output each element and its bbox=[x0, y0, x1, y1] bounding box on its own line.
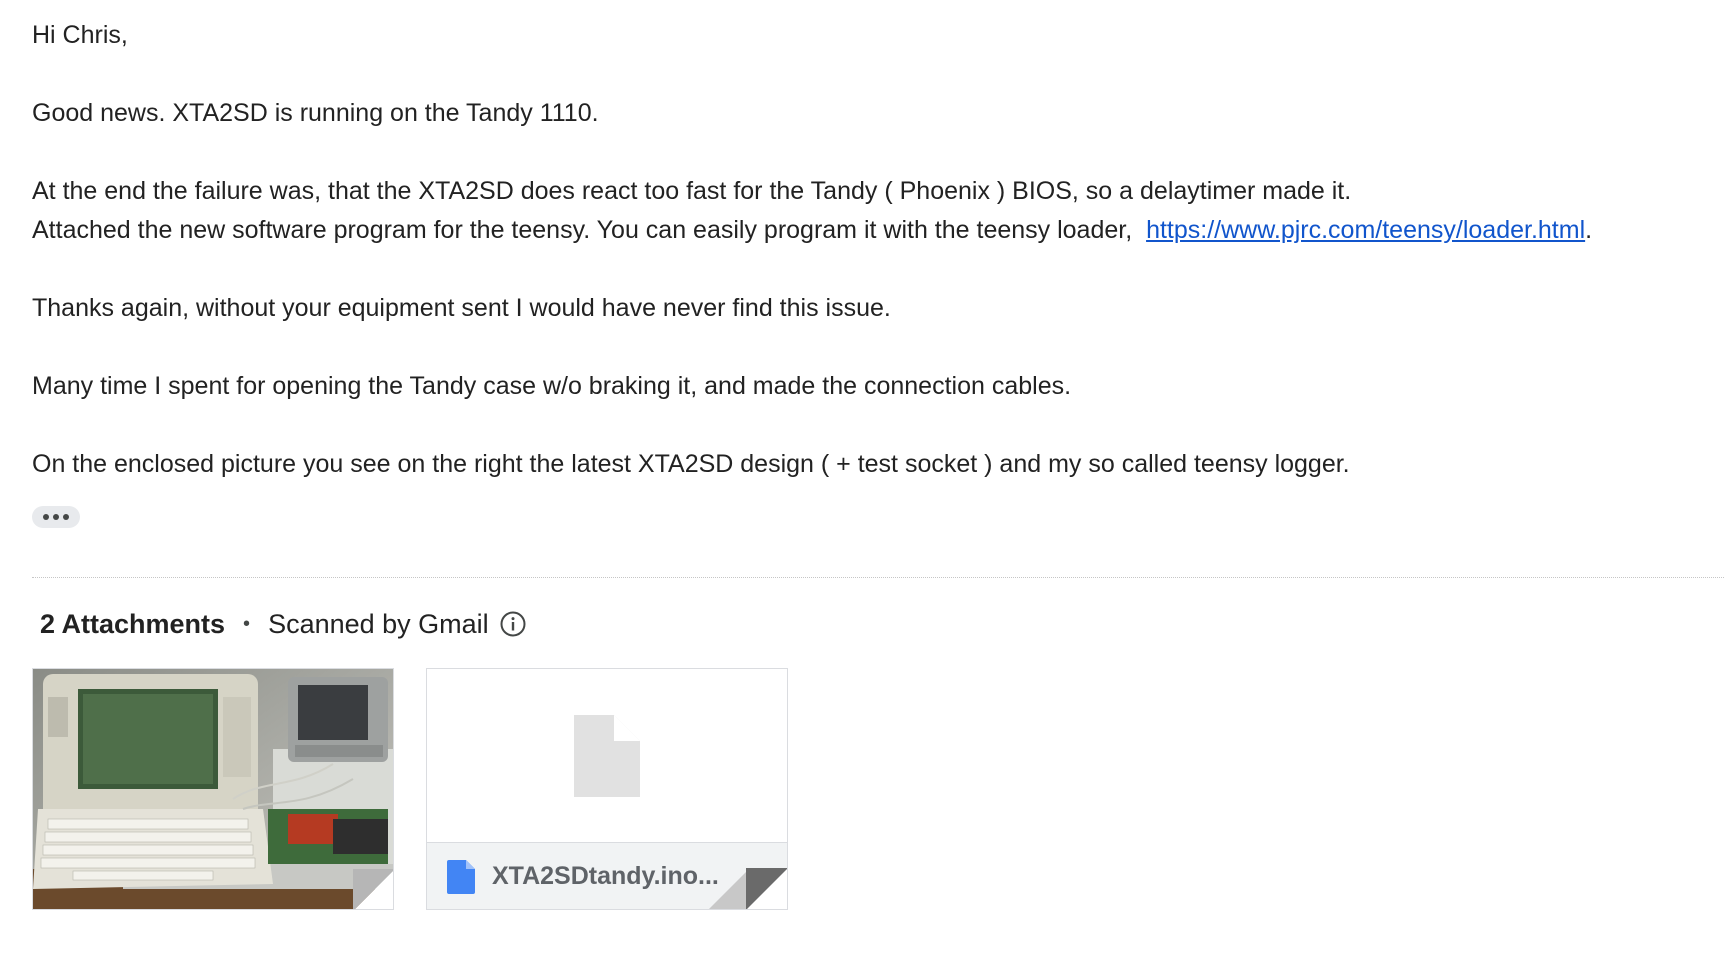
paragraph-4-text: Many time I spent for opening the Tandy … bbox=[32, 372, 1072, 400]
paragraph-2: At the end the failure was, that the XTA… bbox=[32, 172, 1692, 250]
file-attachment[interactable]: XTA2SDtandy.ino... bbox=[426, 668, 788, 910]
info-icon[interactable] bbox=[499, 610, 527, 638]
greeting-text: Hi Chris, bbox=[32, 21, 128, 49]
attachments-header: 2 Attachments • Scanned by Gmail bbox=[40, 604, 527, 644]
attachments-count: 2 Attachments bbox=[40, 608, 226, 639]
teensy-loader-link[interactable]: https://www.pjrc.com/teensy/loader.html bbox=[1146, 216, 1585, 244]
email-body: Hi Chris, Good news. XTA2SD is running o… bbox=[32, 16, 1692, 484]
corner-fold-icon bbox=[709, 868, 787, 909]
ellipsis-dot bbox=[43, 514, 49, 520]
photo-thumbnail-icon bbox=[33, 669, 393, 909]
ellipsis-dot bbox=[63, 514, 69, 520]
generic-file-icon bbox=[574, 714, 640, 797]
paragraph-4: Many time I spent for opening the Tandy … bbox=[32, 367, 1692, 406]
scanned-by-gmail-label: Scanned by Gmail bbox=[268, 608, 489, 639]
file-name: XTA2SDtandy.ino... bbox=[492, 862, 719, 890]
paragraph-1-text: Good news. XTA2SD is running on the Tand… bbox=[32, 99, 599, 127]
paragraph-5-text: On the enclosed picture you see on the r… bbox=[32, 450, 1350, 478]
paragraph-3: Thanks again, without your equipment sen… bbox=[32, 289, 1692, 328]
paragraph-2-line-1: At the end the failure was, that the XTA… bbox=[32, 177, 1352, 205]
separator-bullet: • bbox=[243, 612, 251, 635]
image-attachment[interactable] bbox=[32, 668, 394, 910]
paragraph-2-prefix: Attached the new software program for th… bbox=[32, 216, 1147, 244]
show-trimmed-content-button[interactable] bbox=[32, 506, 80, 528]
paragraph-3-text: Thanks again, without your equipment sen… bbox=[32, 294, 891, 322]
file-preview bbox=[427, 669, 787, 842]
ellipsis-dot bbox=[53, 514, 59, 520]
paragraph-1: Good news. XTA2SD is running on the Tand… bbox=[32, 94, 1692, 133]
paragraph-2-line-2: Attached the new software program for th… bbox=[32, 211, 1692, 250]
paragraph-2-suffix: . bbox=[1585, 216, 1593, 244]
greeting-paragraph: Hi Chris, bbox=[32, 16, 1692, 55]
attachments-divider bbox=[32, 577, 1724, 578]
paragraph-5: On the enclosed picture you see on the r… bbox=[32, 445, 1692, 484]
document-icon bbox=[447, 859, 475, 894]
